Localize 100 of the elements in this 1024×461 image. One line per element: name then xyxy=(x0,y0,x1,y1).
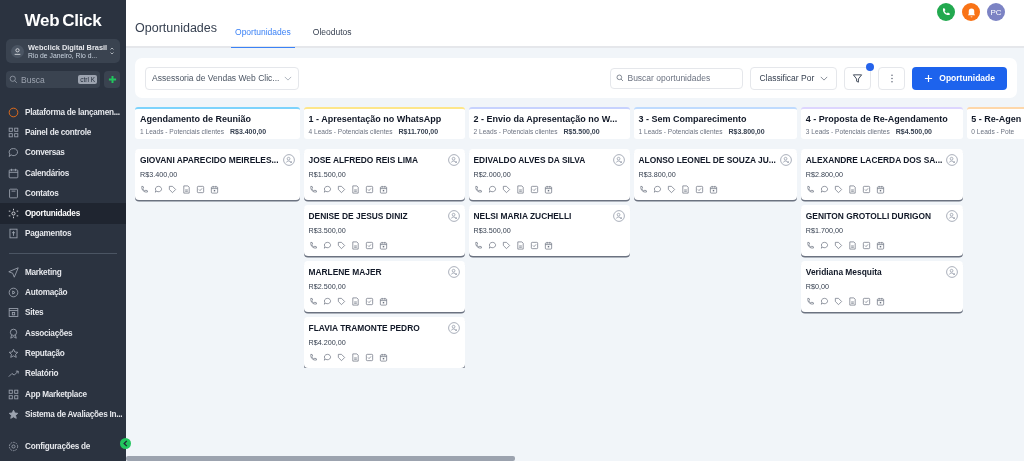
tag-icon[interactable] xyxy=(168,185,177,194)
person-icon[interactable] xyxy=(282,154,295,166)
phone-button[interactable] xyxy=(937,3,955,21)
calendar-icon[interactable] xyxy=(543,185,553,194)
note-icon[interactable] xyxy=(847,297,857,306)
chat-icon[interactable] xyxy=(652,185,662,194)
sort-dropdown[interactable]: Classificar Por xyxy=(750,66,838,90)
person-icon[interactable] xyxy=(779,154,792,166)
nav-item[interactable]: Plataforma de lançamen... xyxy=(0,102,126,123)
chat-icon[interactable] xyxy=(322,241,332,250)
person-icon[interactable] xyxy=(946,266,959,278)
task-icon[interactable] xyxy=(529,185,539,194)
nav-item[interactable]: Automação xyxy=(0,282,126,303)
more-options-button[interactable] xyxy=(878,66,906,90)
horizontal-scrollbar[interactable] xyxy=(126,456,515,461)
nav-item[interactable]: Sites xyxy=(0,302,126,323)
notifications-button[interactable] xyxy=(962,3,980,21)
task-icon[interactable] xyxy=(861,185,871,194)
tag-icon[interactable] xyxy=(336,185,346,194)
calendar-icon[interactable] xyxy=(708,185,718,194)
chat-icon[interactable] xyxy=(322,353,332,362)
tag-icon[interactable] xyxy=(336,297,346,306)
opportunity-search-field[interactable]: Buscar oportunidades xyxy=(610,67,744,89)
user-avatar[interactable]: PC xyxy=(987,3,1005,21)
note-icon[interactable] xyxy=(515,241,525,250)
person-icon[interactable] xyxy=(447,210,460,222)
tag-icon[interactable] xyxy=(833,297,843,306)
tag-icon[interactable] xyxy=(501,241,511,250)
phone-icon[interactable] xyxy=(638,185,648,194)
note-icon[interactable] xyxy=(350,353,360,362)
tag-icon[interactable] xyxy=(833,241,843,250)
task-icon[interactable] xyxy=(364,241,374,250)
tag-icon[interactable] xyxy=(336,353,346,362)
person-icon[interactable] xyxy=(447,322,460,334)
calendar-icon[interactable] xyxy=(378,185,388,194)
task-icon[interactable] xyxy=(861,241,871,250)
add-opportunity-button[interactable]: Oportunidade xyxy=(912,66,1007,90)
nav-item[interactable]: Reputação xyxy=(0,343,126,364)
task-icon[interactable] xyxy=(364,297,374,306)
chat-icon[interactable] xyxy=(154,185,163,194)
chat-icon[interactable] xyxy=(322,297,332,306)
chat-icon[interactable] xyxy=(819,241,829,250)
task-icon[interactable] xyxy=(364,185,374,194)
note-icon[interactable] xyxy=(350,185,360,194)
tab[interactable]: Oportunidades xyxy=(231,27,295,48)
calendar-icon[interactable] xyxy=(875,241,885,250)
nav-item[interactable]: Associações xyxy=(0,322,126,344)
calendar-icon[interactable] xyxy=(378,241,388,250)
phone-icon[interactable] xyxy=(140,185,149,194)
person-icon[interactable] xyxy=(946,154,959,166)
calendar-icon[interactable] xyxy=(875,185,885,194)
phone-icon[interactable] xyxy=(308,241,318,250)
calendar-icon[interactable] xyxy=(378,297,388,306)
phone-icon[interactable] xyxy=(308,297,318,306)
nav-item[interactable]: Pagamentos xyxy=(0,223,126,245)
phone-icon[interactable] xyxy=(308,185,318,194)
task-icon[interactable] xyxy=(196,185,205,194)
person-icon[interactable] xyxy=(447,266,460,278)
tag-icon[interactable] xyxy=(666,185,676,194)
pipeline-dropdown[interactable]: Assessoria de Vendas Web Clic... xyxy=(145,66,300,90)
note-icon[interactable] xyxy=(350,241,360,250)
chat-icon[interactable] xyxy=(487,241,497,250)
nav-item[interactable]: Configurações de xyxy=(0,436,93,457)
chat-icon[interactable] xyxy=(487,185,497,194)
phone-icon[interactable] xyxy=(473,241,483,250)
calendar-icon[interactable] xyxy=(210,185,219,194)
task-icon[interactable] xyxy=(694,185,704,194)
search-input[interactable]: Busca xyxy=(21,74,76,85)
nav-item[interactable]: Contatos xyxy=(0,183,126,204)
person-icon[interactable] xyxy=(612,210,625,222)
tag-icon[interactable] xyxy=(833,185,843,194)
task-icon[interactable] xyxy=(529,241,539,250)
phone-icon[interactable] xyxy=(805,297,815,306)
chat-icon[interactable] xyxy=(819,297,829,306)
person-icon[interactable] xyxy=(447,154,460,166)
note-icon[interactable] xyxy=(350,297,360,306)
tag-icon[interactable] xyxy=(336,241,346,250)
filter-button[interactable] xyxy=(844,66,872,90)
nav-item[interactable]: Calendários xyxy=(0,162,126,184)
note-icon[interactable] xyxy=(680,185,690,194)
nav-item[interactable]: Marketing xyxy=(0,262,126,283)
quick-add-button[interactable] xyxy=(104,71,120,88)
nav-item[interactable]: Painel de controle xyxy=(0,122,126,143)
calendar-icon[interactable] xyxy=(378,353,388,362)
calendar-icon[interactable] xyxy=(875,297,885,306)
note-icon[interactable] xyxy=(847,241,857,250)
tab[interactable]: Oleodutos xyxy=(308,27,356,48)
person-icon[interactable] xyxy=(612,154,625,166)
chat-icon[interactable] xyxy=(819,185,829,194)
note-icon[interactable] xyxy=(515,185,525,194)
calendar-icon[interactable] xyxy=(543,241,553,250)
collapse-button[interactable] xyxy=(120,438,131,449)
chat-icon[interactable] xyxy=(322,185,332,194)
phone-icon[interactable] xyxy=(308,353,318,362)
nav-item[interactable]: Relatório xyxy=(0,363,126,384)
person-icon[interactable] xyxy=(946,210,959,222)
phone-icon[interactable] xyxy=(473,185,483,194)
tag-icon[interactable] xyxy=(501,185,511,194)
phone-icon[interactable] xyxy=(805,185,815,194)
note-icon[interactable] xyxy=(182,185,191,194)
